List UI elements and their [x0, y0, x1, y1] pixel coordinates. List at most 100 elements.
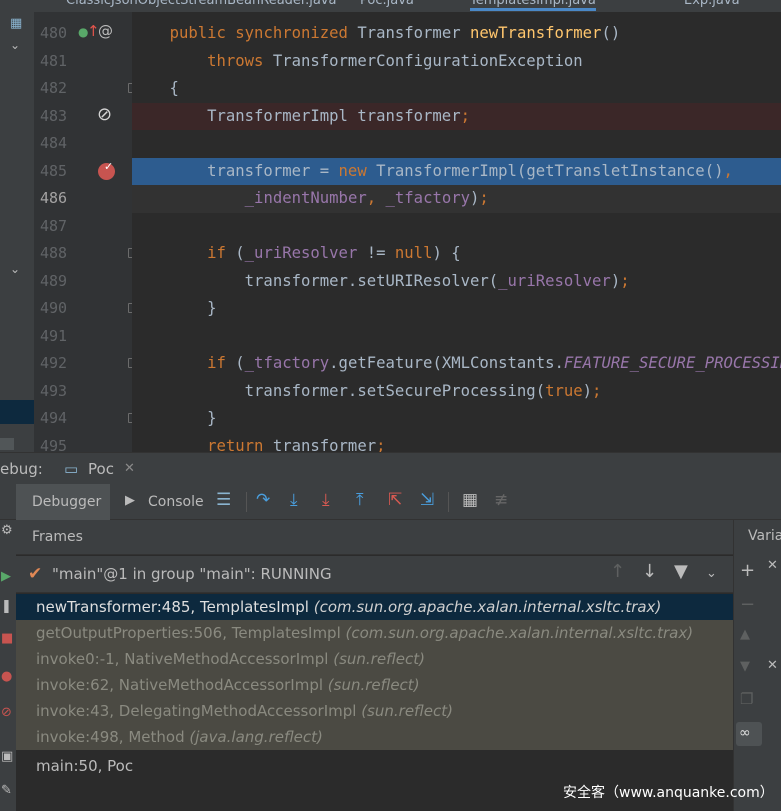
close-icon[interactable]: ✕ — [124, 461, 135, 476]
code-token: ) — [582, 381, 593, 400]
code-line[interactable]: public synchronized Transformer newTrans… — [132, 20, 781, 48]
code-line[interactable] — [132, 130, 781, 158]
stack-frame-row[interactable]: invoke:43, DelegatingMethodAccessorImpl … — [16, 698, 733, 724]
code-line[interactable]: } — [132, 295, 781, 323]
line-number: 493 — [40, 381, 68, 400]
filter-icon[interactable]: ▼ — [674, 563, 688, 581]
chevron-down-icon[interactable]: ⌄ — [10, 262, 20, 276]
chevron-down-icon[interactable]: ⌄ — [706, 567, 717, 580]
code-token: TransformerConfigurationException — [272, 51, 583, 70]
mute-breakpoints-icon[interactable]: ⊘ — [1, 706, 12, 719]
resume-icon[interactable]: ▶ — [1, 570, 11, 583]
copy-icon[interactable]: ❐ — [740, 692, 753, 707]
code-line[interactable]: TransformerImpl transformer; — [132, 102, 781, 130]
stack-frame-row[interactable]: invoke:62, NativeMethodAccessorImpl (sun… — [16, 672, 733, 698]
settings-icon[interactable]: ⚙ — [1, 524, 13, 537]
line-number: 491 — [40, 326, 68, 345]
code-token: ( — [235, 244, 245, 262]
code-token: () — [601, 24, 621, 42]
frame-package: (sun.reflect) — [361, 702, 453, 720]
gutter-line: 484 — [34, 130, 132, 158]
stack-frame-label: main:50, Poc — [36, 757, 133, 775]
code-token: transformer.setURIResolver( — [132, 271, 499, 290]
stack-frame-label: invoke:43, DelegatingMethodAccessorImpl … — [36, 702, 453, 720]
frame-method: main:50, Poc — [36, 757, 134, 775]
step-out-icon[interactable]: ⤒ — [356, 492, 364, 509]
stack-frame-row[interactable]: invoke:498, Method (java.lang.reflect) — [16, 724, 733, 750]
close-icon[interactable]: ✕ — [767, 658, 778, 673]
thread-selector[interactable]: ✔ "main"@1 in group "main": RUNNING ↑ ↓ … — [16, 556, 733, 593]
pause-icon[interactable]: ❚ — [1, 600, 12, 613]
evaluate-expression-icon[interactable]: ▦ — [462, 492, 478, 509]
tab-debugger[interactable]: Debugger — [16, 484, 110, 520]
stack-frame-row[interactable]: newTransformer:485, TemplatesImpl (com.s… — [16, 594, 733, 620]
code-line[interactable]: throws TransformerConfigurationException — [132, 48, 781, 76]
arrow-up-icon[interactable]: ↑ — [610, 563, 625, 581]
code-line[interactable]: if (_uriResolver != null) { — [132, 240, 781, 268]
project-tree-selection[interactable] — [0, 400, 34, 424]
code-line[interactable]: transformer = new TransformerImpl(getTra… — [132, 157, 781, 185]
tab-console[interactable]: ▶ Console — [112, 484, 204, 520]
code-token: ; — [460, 106, 470, 125]
trace-icon[interactable]: ≢ — [494, 492, 508, 509]
scroll-thumb[interactable] — [0, 438, 14, 450]
editor-gutter: 480 ● ↑ @ 481 482 483 ⊘ 484 485 ✓ 486 48… — [34, 12, 137, 455]
pin-icon[interactable]: ✎ — [1, 784, 12, 797]
code-line[interactable]: transformer.setSecureProcessing(true); — [132, 378, 781, 406]
editor-tab-0[interactable]: ClassicJsonObjectStreamBeanReader.java — [66, 0, 336, 8]
code-editor[interactable]: public synchronized Transformer newTrans… — [132, 12, 781, 452]
disabled-breakpoint-icon[interactable]: ⊘ — [97, 105, 112, 124]
arrow-down-icon[interactable]: ↓ — [642, 563, 657, 581]
stack-frame-row[interactable]: invoke0:-1, NativeMethodAccessorImpl (su… — [16, 646, 733, 672]
code-line[interactable]: if (_tfactory.getFeature(XMLConstants.FE… — [132, 350, 781, 378]
line-number: 485 — [40, 161, 68, 180]
code-line[interactable]: _indentNumber, _tfactory); — [132, 185, 781, 213]
menu-icon[interactable]: ☰ — [216, 492, 231, 509]
tab-console-label: Console — [148, 494, 204, 510]
camera-icon[interactable]: ▣ — [1, 750, 13, 763]
force-step-into-icon[interactable]: ⤓ — [322, 492, 330, 509]
editor-tab-2[interactable]: TemplatesImpl.java — [470, 0, 596, 11]
view-breakpoints-icon[interactable]: ● — [1, 670, 12, 683]
arrow-down-icon[interactable]: ▼ — [740, 660, 750, 673]
code-line[interactable]: { — [132, 75, 781, 103]
editor-tab-1[interactable]: Poc.java — [360, 0, 414, 8]
variables-header: Varia — [748, 528, 781, 544]
project-icon[interactable]: ▦ — [10, 16, 22, 31]
minus-icon[interactable]: − — [740, 596, 755, 614]
plus-icon[interactable]: + — [740, 562, 755, 580]
code-token: true — [545, 381, 583, 400]
at-sign-icon[interactable]: @ — [98, 24, 113, 39]
line-number: 484 — [40, 134, 68, 152]
code-line[interactable] — [132, 213, 781, 241]
glasses-icon: ∞ — [739, 725, 751, 741]
run-to-cursor-icon[interactable]: ⇲ — [420, 492, 434, 509]
arrow-up-icon[interactable]: ▲ — [740, 628, 750, 641]
stack-frame-row[interactable]: main:50, Poc — [16, 753, 733, 779]
code-line[interactable]: return transformer; — [132, 433, 781, 453]
step-over-icon[interactable]: ↷ — [256, 492, 270, 509]
stack-frame-label: newTransformer:485, TemplatesImpl (com.s… — [36, 598, 661, 616]
code-token: FEATURE_SECURE_PROCESSING — [563, 354, 781, 372]
code-token: } — [132, 409, 217, 427]
stack-frame-label: getOutputProperties:506, TemplatesImpl (… — [36, 624, 693, 642]
gutter-line: 486 — [34, 185, 132, 213]
frame-package: (com.sun.org.apache.xalan.internal.xsltc… — [313, 598, 662, 616]
editor-tab-3[interactable]: Exp.java — [684, 0, 740, 8]
step-into-icon[interactable]: ⤓ — [290, 492, 298, 509]
code-line[interactable]: } — [132, 405, 781, 433]
drop-frame-icon[interactable]: ⇱ — [388, 492, 402, 509]
debug-run-tab[interactable]: ▭ Poc ✕ — [58, 453, 148, 485]
stop-icon[interactable]: ■ — [1, 632, 13, 645]
stack-frame-row[interactable]: getOutputProperties:506, TemplatesImpl (… — [16, 620, 733, 646]
code-line[interactable]: transformer.setURIResolver(_uriResolver)… — [132, 268, 781, 296]
code-token: , — [723, 161, 733, 180]
code-line[interactable] — [132, 323, 781, 351]
close-icon[interactable]: ✕ — [767, 558, 778, 573]
code-token: _tfactory — [385, 189, 471, 207]
gutter-line: 493 — [34, 378, 132, 406]
chevron-down-icon[interactable]: ⌄ — [10, 38, 20, 52]
